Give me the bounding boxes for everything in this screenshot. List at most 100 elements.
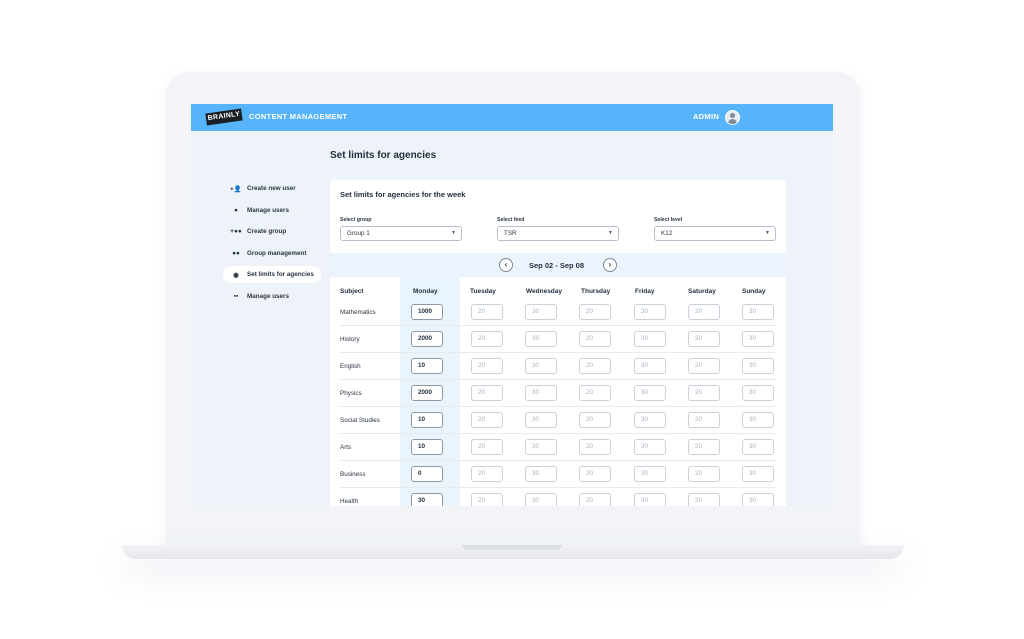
app-title: CONTENT MANAGEMENT <box>249 112 348 121</box>
column-header: Friday <box>635 288 655 295</box>
limit-input[interactable]: 20 <box>471 466 503 482</box>
limit-input[interactable]: 30 <box>742 358 774 374</box>
sidebar-item[interactable]: ▪▪ Manage users <box>223 288 321 305</box>
limit-input[interactable]: 30 <box>634 466 666 482</box>
laptop-notch <box>462 545 562 550</box>
sidebar-item[interactable]: ◉ Set limits for agencies <box>223 266 321 283</box>
subject-label: Social Studies <box>340 417 380 424</box>
limit-input[interactable]: 30 <box>634 331 666 347</box>
sidebar-item[interactable]: ●● Group management <box>223 245 321 262</box>
next-week-button[interactable]: › <box>603 258 617 272</box>
limit-input[interactable]: 30 <box>525 439 557 455</box>
group-icon: ●● <box>232 249 240 257</box>
limit-input[interactable]: 20 <box>471 331 503 347</box>
app-screen: BRAINLY CONTENT MANAGEMENT ADMIN +👤 Creat… <box>191 104 833 506</box>
column-header: Thursday <box>581 288 611 295</box>
column-header: Saturday <box>688 288 716 295</box>
column-header: Tuesday <box>470 288 496 295</box>
limit-input[interactable]: 20 <box>579 304 611 320</box>
limit-input[interactable]: 30 <box>742 412 774 428</box>
limit-input[interactable]: 20 <box>688 385 720 401</box>
table-row: Physics 2000 20 30 20 30 20 30 <box>340 380 776 407</box>
limit-input[interactable]: 30 <box>525 466 557 482</box>
limit-input[interactable]: 30 <box>634 493 666 506</box>
limit-input[interactable]: 20 <box>579 358 611 374</box>
limit-input[interactable]: 20 <box>579 331 611 347</box>
limit-input[interactable]: 20 <box>579 439 611 455</box>
limit-input[interactable]: 20 <box>471 304 503 320</box>
limit-input[interactable]: 1000 <box>411 304 443 320</box>
limit-input[interactable]: 20 <box>579 412 611 428</box>
limit-input[interactable]: 20 <box>688 466 720 482</box>
select-level-label: Select level <box>654 217 683 223</box>
limit-input[interactable]: 30 <box>525 304 557 320</box>
limit-input[interactable]: 30 <box>742 331 774 347</box>
limit-input[interactable]: 30 <box>411 493 443 506</box>
select-level-dropdown[interactable]: K12 ▼ <box>654 226 776 241</box>
limit-input[interactable]: 10 <box>411 439 443 455</box>
sidebar-item[interactable]: +👤 Create new user <box>223 180 321 197</box>
subject-label: Arts <box>340 444 352 451</box>
table-row: Arts 10 20 30 20 30 20 30 <box>340 434 776 461</box>
limit-input[interactable]: 20 <box>688 331 720 347</box>
select-feed-label: Select feed <box>497 217 525 223</box>
limit-input[interactable]: 10 <box>411 412 443 428</box>
limit-input[interactable]: 20 <box>471 385 503 401</box>
sidebar-item[interactable]: +●● Create group <box>223 223 321 240</box>
week-navigator: ‹ Sep 02 - Sep 08 › <box>330 253 786 277</box>
limit-input[interactable]: 20 <box>688 358 720 374</box>
user-label[interactable]: ADMIN <box>693 112 719 121</box>
limit-input[interactable]: 2000 <box>411 385 443 401</box>
limit-input[interactable]: 30 <box>742 385 774 401</box>
limit-input[interactable]: 20 <box>688 412 720 428</box>
add-user-icon: +👤 <box>230 185 242 193</box>
sidebar-item-label: Manage users <box>247 292 289 300</box>
limit-icon: ◉ <box>233 271 239 279</box>
limit-input[interactable]: 30 <box>525 331 557 347</box>
limit-input[interactable]: 30 <box>634 439 666 455</box>
limit-input[interactable]: 2000 <box>411 331 443 347</box>
previous-week-button[interactable]: ‹ <box>499 258 513 272</box>
sidebar-item-label: Manage users <box>247 206 289 214</box>
limit-input[interactable]: 20 <box>579 385 611 401</box>
limit-input[interactable]: 10 <box>411 358 443 374</box>
limit-input[interactable]: 30 <box>634 358 666 374</box>
limit-input[interactable]: 20 <box>579 493 611 506</box>
sidebar-item[interactable]: ● Manage users <box>223 202 321 219</box>
limit-input[interactable]: 20 <box>579 466 611 482</box>
column-header: Monday <box>413 288 438 295</box>
top-bar: BRAINLY CONTENT MANAGEMENT ADMIN <box>191 104 833 131</box>
limit-input[interactable]: 30 <box>742 493 774 506</box>
select-group-dropdown[interactable]: Group 1 ▼ <box>340 226 462 241</box>
limit-input[interactable]: 20 <box>688 493 720 506</box>
table-row: Social Studies 10 20 30 20 30 20 30 <box>340 407 776 434</box>
chevron-down-icon: ▼ <box>765 230 770 236</box>
limit-input[interactable]: 30 <box>634 304 666 320</box>
table-row: English 10 20 30 20 30 20 30 <box>340 353 776 380</box>
table-row: History 2000 20 30 20 30 20 30 <box>340 326 776 353</box>
limit-input[interactable]: 30 <box>742 304 774 320</box>
limit-input[interactable]: 20 <box>688 439 720 455</box>
select-level-value: K12 <box>661 230 673 237</box>
limit-input[interactable]: 20 <box>688 304 720 320</box>
limit-input[interactable]: 30 <box>634 385 666 401</box>
limit-input[interactable]: 30 <box>525 493 557 506</box>
limit-input[interactable]: 30 <box>525 385 557 401</box>
limit-input[interactable]: 30 <box>742 439 774 455</box>
limit-input[interactable]: 20 <box>471 358 503 374</box>
limit-input[interactable]: 20 <box>471 493 503 506</box>
limit-input[interactable]: 20 <box>471 439 503 455</box>
select-feed-dropdown[interactable]: TSR ▼ <box>497 226 619 241</box>
week-range-label: Sep 02 - Sep 08 <box>529 261 585 270</box>
sidebar-item-label: Create group <box>247 228 287 235</box>
brainly-logo[interactable]: BRAINLY <box>205 108 243 126</box>
limit-input[interactable]: 0 <box>411 466 443 482</box>
limit-input[interactable]: 30 <box>742 466 774 482</box>
subject-label: Health <box>340 498 359 505</box>
limit-input[interactable]: 30 <box>525 412 557 428</box>
sidebar-item-label: Group management <box>247 249 307 257</box>
limit-input[interactable]: 30 <box>634 412 666 428</box>
limit-input[interactable]: 20 <box>471 412 503 428</box>
avatar[interactable] <box>725 110 740 125</box>
limit-input[interactable]: 30 <box>525 358 557 374</box>
